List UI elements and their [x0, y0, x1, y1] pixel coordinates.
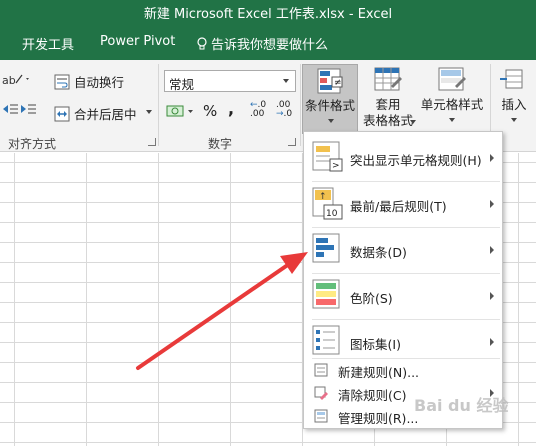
- decrease-decimal-label-2: .0: [283, 109, 293, 119]
- accounting-format-button[interactable]: [166, 103, 196, 122]
- chevron-down-icon: [283, 79, 289, 83]
- color-scales-icon: [312, 279, 340, 309]
- menu-item-new-rule[interactable]: 新建规则(N)...: [304, 359, 502, 381]
- cell-styles-icon: [438, 67, 466, 91]
- insert-label: 插入: [501, 97, 527, 112]
- cell-styles-button[interactable]: 单元格样式: [418, 64, 486, 134]
- svg-text:≠: ≠: [334, 78, 342, 88]
- top-bottom-icon: ↑ 10: [312, 187, 343, 220]
- insert-button[interactable]: 插入: [494, 64, 534, 134]
- menu-item-label: 色阶(S): [350, 291, 393, 306]
- group-separator: [158, 64, 159, 146]
- watermark: Bai du 经验: [414, 396, 509, 415]
- tab-developer[interactable]: 开发工具: [22, 34, 74, 53]
- number-launcher-icon[interactable]: [288, 138, 296, 146]
- chevron-down-icon: [410, 120, 416, 124]
- wrap-text-icon: [54, 74, 70, 90]
- merge-center-label: 合并后居中: [73, 107, 137, 122]
- manage-rules-icon: [314, 409, 328, 423]
- orientation-icon: ab: [2, 74, 29, 87]
- lightbulb-icon: [197, 37, 207, 50]
- highlight-rules-icon: >: [312, 141, 343, 172]
- orientation-button[interactable]: ab: [2, 71, 32, 90]
- menu-item-label: 新建规则(N)...: [338, 365, 420, 380]
- menu-item-highlight-rules[interactable]: > 突出显示单元格规则(H): [304, 136, 502, 180]
- chevron-down-icon[interactable]: [146, 110, 152, 114]
- data-bars-icon: [312, 233, 340, 263]
- merge-center-icon: [54, 106, 70, 122]
- svg-text:>: >: [332, 161, 340, 171]
- chevron-down-icon: [511, 118, 517, 122]
- menu-item-label: 突出显示单元格规则(H): [350, 153, 482, 168]
- format-as-table-button[interactable]: 套用 表格格式: [358, 64, 418, 134]
- menu-item-label: 数据条(D): [350, 245, 407, 260]
- window-title: 新建 Microsoft Excel 工作表.xlsx - Excel: [143, 7, 393, 22]
- icon-sets-icon: [312, 325, 340, 355]
- arrow-right-icon: →: [276, 109, 284, 119]
- svg-text:ab: ab: [2, 74, 16, 87]
- wrap-text-label: 自动换行: [73, 75, 124, 90]
- menu-item-top-bottom-rules[interactable]: ↑ 10 最前/最后规则(T): [304, 182, 502, 226]
- indent-buttons[interactable]: [2, 101, 42, 120]
- chevron-down-icon: [328, 119, 334, 123]
- conditional-format-label: 条件格式: [304, 98, 355, 113]
- increase-decimal-label-2: .00: [250, 109, 265, 119]
- number-format-value: 常规: [169, 77, 195, 92]
- menu-item-label: 图标集(I): [350, 337, 401, 352]
- title-bar: 新建 Microsoft Excel 工作表.xlsx - Excel: [0, 0, 536, 24]
- eraser-icon: [314, 386, 328, 400]
- tell-me-box[interactable]: 告诉我你想要做什么: [196, 34, 328, 53]
- menu-item-label: 最前/最后规则(T): [350, 199, 447, 214]
- submenu-arrow-icon: [490, 338, 494, 346]
- svg-text:10: 10: [326, 209, 338, 219]
- tell-me-text: 告诉我你想要做什么: [211, 38, 329, 53]
- group-separator: [300, 64, 301, 146]
- menu-item-color-scales[interactable]: 色阶(S): [304, 274, 502, 318]
- submenu-arrow-icon: [490, 292, 494, 300]
- alignment-launcher-icon[interactable]: [148, 138, 156, 146]
- comma-button[interactable]: ,: [228, 99, 234, 118]
- submenu-arrow-icon: [490, 200, 494, 208]
- menu-item-label: 管理规则(R)...: [338, 411, 419, 426]
- tab-power-pivot[interactable]: Power Pivot: [100, 34, 175, 49]
- group-label-alignment: 对齐方式: [8, 137, 57, 151]
- table-format-label-2: 表格格式: [362, 113, 413, 128]
- submenu-arrow-icon: [490, 246, 494, 254]
- insert-cells-icon: [500, 69, 523, 89]
- currency-icon: [166, 105, 193, 117]
- group-label-number: 数字: [208, 137, 233, 151]
- number-format-dropdown[interactable]: [277, 71, 293, 91]
- percent-button[interactable]: %: [203, 102, 217, 120]
- cell-styles-label: 单元格样式: [420, 97, 484, 112]
- conditional-format-menu: > 突出显示单元格规则(H) ↑ 10 最前/最后规则(T) 数据条(D) 色阶…: [303, 131, 503, 429]
- increase-decimal-button[interactable]: ←.0 .00: [250, 101, 266, 119]
- number-format-select[interactable]: 常规: [164, 70, 296, 92]
- chevron-down-icon: [449, 118, 455, 122]
- conditional-formatting-button[interactable]: ≠ 条件格式: [302, 64, 358, 134]
- decrease-decimal-button[interactable]: .00 →.0: [276, 101, 292, 119]
- wrap-text-button[interactable]: 自动换行: [54, 72, 124, 91]
- table-format-label-1: 套用: [375, 97, 401, 112]
- merge-center-button[interactable]: 合并后居中: [54, 104, 152, 123]
- conditional-format-icon: ≠: [317, 68, 343, 94]
- menu-item-label: 清除规则(C): [338, 388, 407, 403]
- ribbon-tabs: 开发工具 Power Pivot 告诉我你想要做什么: [0, 24, 536, 60]
- svg-text:↑: ↑: [319, 192, 327, 202]
- new-rule-icon: [314, 363, 328, 377]
- menu-item-data-bars[interactable]: 数据条(D): [304, 228, 502, 272]
- table-format-icon: [374, 67, 402, 91]
- indent-icon: [3, 104, 36, 114]
- submenu-arrow-icon: [490, 154, 494, 162]
